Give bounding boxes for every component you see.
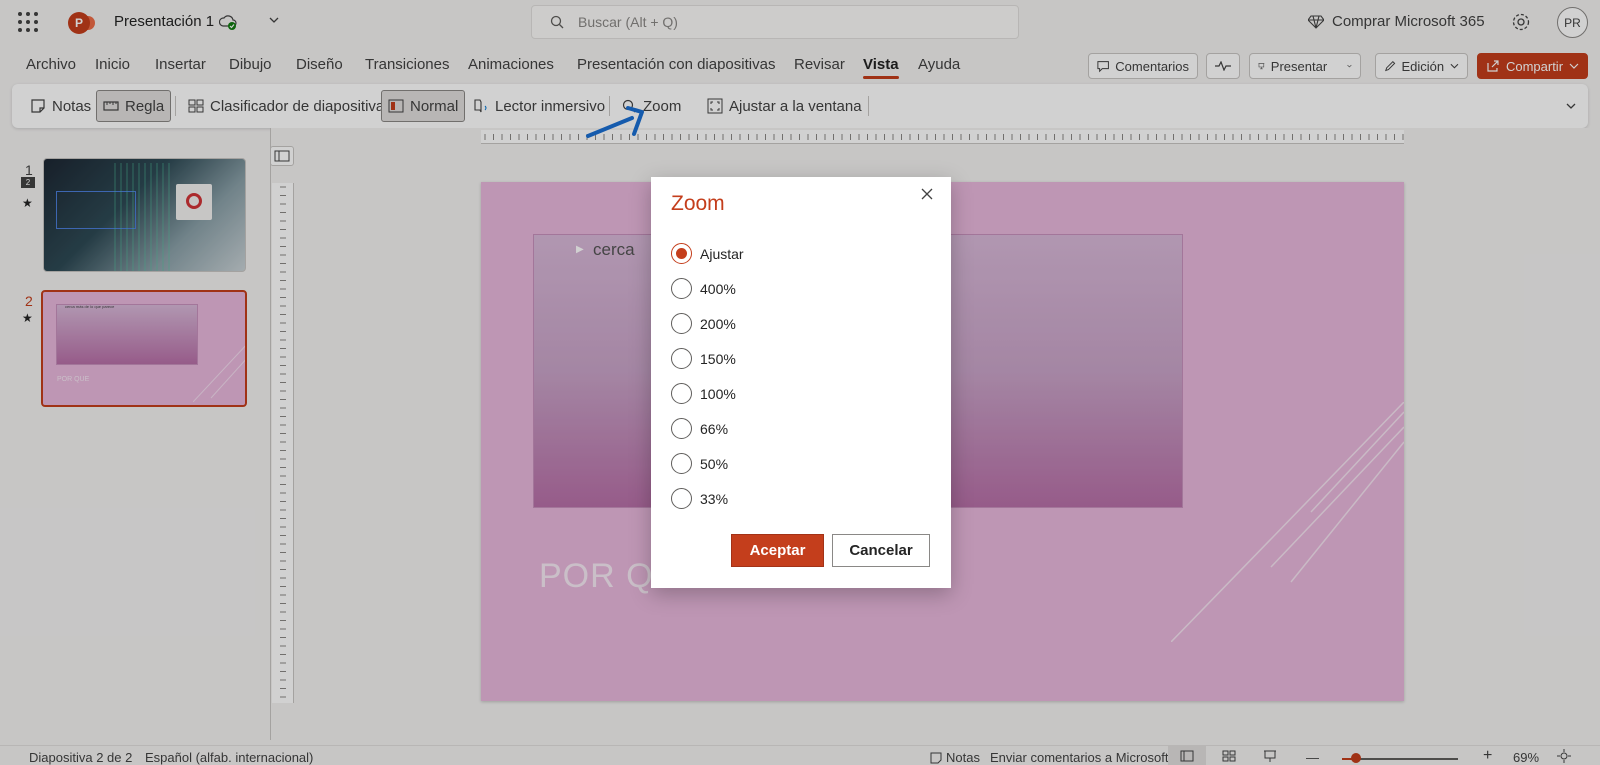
zoom-dialog: Zoom Ajustar 400% 200% 150% 100% 66% 50% 33% Ac… <box>651 177 951 588</box>
cancel-button[interactable]: Cancelar <box>832 534 930 567</box>
zoom-option-label: 400% <box>700 280 736 297</box>
zoom-option[interactable]: 50% <box>671 453 728 474</box>
zoom-option-label: 50% <box>700 455 729 472</box>
zoom-option-label: 33% <box>700 490 729 507</box>
zoom-option[interactable]: 100% <box>671 383 736 404</box>
radio-button[interactable] <box>671 418 692 439</box>
zoom-option[interactable]: 200% <box>671 313 736 334</box>
radio-button[interactable] <box>671 348 692 369</box>
zoom-option-label: Ajustar <box>700 245 744 262</box>
radio-button[interactable] <box>671 488 692 509</box>
zoom-option-label: 66% <box>700 420 729 437</box>
close-icon[interactable] <box>919 186 935 202</box>
radio-button[interactable] <box>671 243 692 264</box>
zoom-option[interactable]: Ajustar <box>671 243 744 264</box>
zoom-option[interactable]: 33% <box>671 488 728 509</box>
zoom-option-label: 200% <box>700 315 736 332</box>
zoom-option[interactable]: 150% <box>671 348 736 369</box>
radio-button[interactable] <box>671 313 692 334</box>
dialog-title: Zoom <box>671 192 725 215</box>
zoom-option[interactable]: 66% <box>671 418 728 439</box>
accept-button[interactable]: Aceptar <box>731 534 824 567</box>
radio-button[interactable] <box>671 383 692 404</box>
zoom-option-label: 150% <box>700 350 736 367</box>
zoom-option-label: 100% <box>700 385 736 402</box>
radio-button[interactable] <box>671 453 692 474</box>
zoom-option[interactable]: 400% <box>671 278 736 299</box>
radio-button[interactable] <box>671 278 692 299</box>
